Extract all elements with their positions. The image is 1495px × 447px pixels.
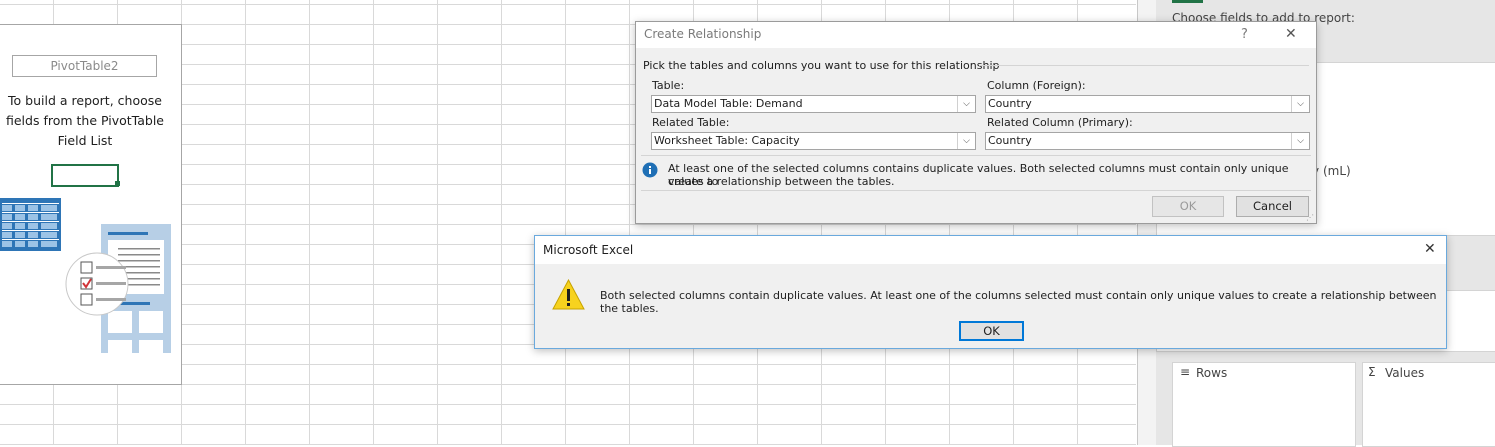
alert-title: Microsoft Excel	[543, 243, 634, 257]
column-foreign-combo[interactable]: Country ⌵	[985, 95, 1310, 113]
chevron-down-icon[interactable]: ⌵	[957, 133, 975, 149]
related-table-label: Related Table:	[652, 116, 730, 129]
alert-message: Both selected columns contain duplicate …	[600, 289, 1437, 315]
sigma-icon: Σ	[1368, 365, 1376, 379]
instruction-line: fields from the PivotTable	[5, 113, 164, 128]
info-icon	[642, 162, 658, 178]
pane-tab-indicator	[1172, 0, 1203, 3]
close-icon[interactable]: ✕	[1424, 241, 1436, 257]
related-table-value: Worksheet Table: Capacity	[654, 134, 800, 147]
values-label: Values	[1385, 366, 1425, 380]
chevron-down-icon[interactable]: ⌵	[957, 96, 975, 112]
active-cell[interactable]	[51, 164, 119, 187]
excel-alert-dialog: Microsoft Excel ✕ Both selected columns …	[534, 235, 1447, 349]
separator	[641, 155, 1311, 156]
table-label: Table:	[652, 79, 685, 92]
pivottable-name: PivotTable2	[12, 55, 157, 77]
column-foreign-label: Column (Foreign):	[987, 79, 1086, 92]
relationship-heading: Pick the tables and columns you want to …	[643, 59, 1000, 72]
related-column-combo[interactable]: Country ⌵	[985, 132, 1310, 150]
instruction-line: Field List	[57, 133, 113, 148]
pivottable-placeholder[interactable]: PivotTable2 To build a report, choose fi…	[0, 24, 182, 385]
close-icon[interactable]: ✕	[1285, 26, 1297, 42]
help-icon[interactable]: ?	[1241, 27, 1248, 42]
chevron-down-icon[interactable]: ⌵	[1291, 96, 1309, 112]
rows-label: Rows	[1196, 366, 1228, 380]
table-value: Data Model Table: Demand	[654, 97, 803, 110]
rows-icon: ≡	[1180, 365, 1191, 379]
pivottable-instructions: To build a report, choose fields from th…	[0, 91, 170, 151]
separator	[641, 190, 1311, 191]
column-foreign-value: Country	[988, 97, 1032, 110]
create-relationship-dialog: Create Relationship ? ✕ Pick the tables …	[635, 21, 1317, 224]
related-table-combo[interactable]: Worksheet Table: Capacity ⌵	[651, 132, 976, 150]
values-area[interactable]	[1362, 362, 1495, 447]
dialog-titlebar[interactable]: Create Relationship ? ✕	[636, 22, 1316, 48]
chevron-down-icon[interactable]: ⌵	[1291, 133, 1309, 149]
resize-grip-icon[interactable]: ⋰	[1306, 213, 1314, 222]
ok-button[interactable]: OK	[1152, 196, 1224, 217]
alert-ok-button[interactable]: OK	[959, 321, 1024, 341]
table-combo[interactable]: Data Model Table: Demand ⌵	[651, 95, 976, 113]
warning-icon	[552, 279, 585, 310]
info-message-line: create a relationship between the tables…	[668, 175, 895, 188]
instruction-line: To build a report, choose	[8, 93, 162, 108]
dialog-title: Create Relationship	[644, 27, 762, 41]
separator	[979, 65, 1309, 66]
fill-handle[interactable]	[115, 181, 120, 186]
related-column-value: Country	[988, 134, 1032, 147]
cancel-button[interactable]: Cancel	[1236, 196, 1309, 217]
alert-titlebar[interactable]: Microsoft Excel ✕	[535, 236, 1446, 264]
pivottable-illustration-icon	[0, 198, 171, 353]
related-column-label: Related Column (Primary):	[987, 116, 1133, 129]
